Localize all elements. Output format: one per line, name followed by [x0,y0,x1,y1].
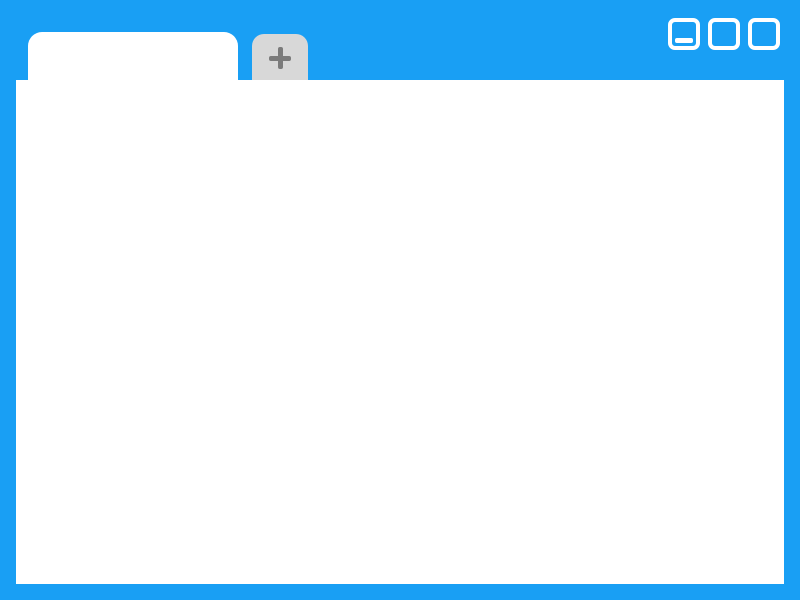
plus-icon [267,45,293,71]
minimize-button[interactable] [668,18,700,50]
close-button[interactable] [748,18,780,50]
titlebar [0,0,800,80]
new-tab-button[interactable] [252,34,308,82]
content-area [16,80,784,584]
maximize-button[interactable] [708,18,740,50]
browser-window [0,0,800,600]
tabstrip [28,32,308,80]
window-controls [668,18,780,50]
active-tab[interactable] [28,32,238,80]
